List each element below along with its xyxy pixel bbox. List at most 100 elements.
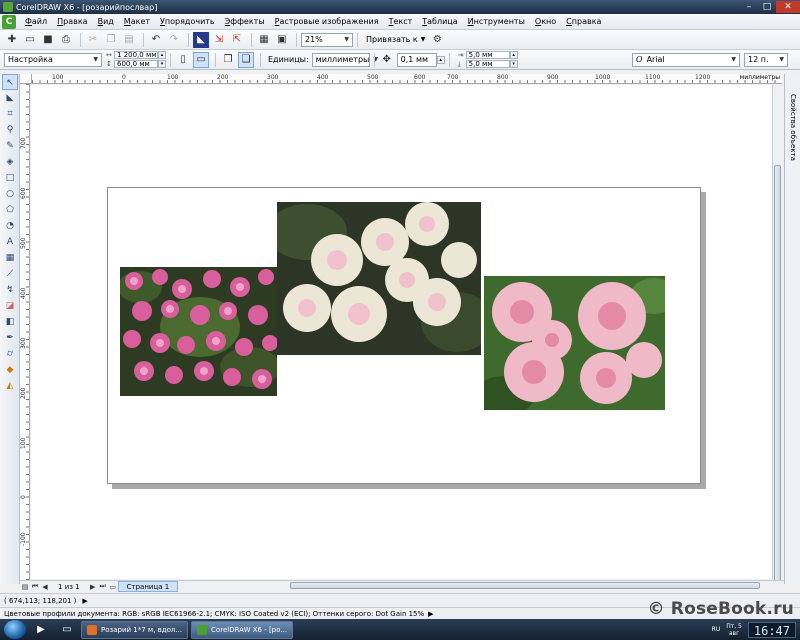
freehand-tool-icon[interactable]: ✎ (2, 138, 18, 154)
welcome-screen-icon[interactable]: ▣ (274, 32, 290, 48)
page-tab-1[interactable]: Страница 1 (117, 581, 179, 592)
shape-tool-icon[interactable]: ◣ (2, 90, 18, 106)
open-folder-icon[interactable]: ▭ (22, 32, 38, 48)
clock[interactable]: 16:47 (747, 621, 796, 638)
landscape-icon[interactable]: ▭ (193, 51, 209, 68)
vertical-scrollbar[interactable] (772, 85, 782, 585)
ruler-origin[interactable] (20, 74, 32, 84)
expand-arrow-icon[interactable]: ▶ (428, 610, 433, 618)
zoom-tool-icon[interactable]: ⚲ (2, 122, 18, 138)
menu-bitmaps[interactable]: Растровые изображения (270, 14, 384, 30)
language-indicator[interactable]: RU (712, 626, 721, 633)
outline-tool-icon[interactable]: ⌭ (2, 346, 18, 362)
spin-icon[interactable]: ▴ (158, 51, 166, 59)
docker-tab-label[interactable]: Свойства объекта (789, 94, 797, 161)
copy-icon[interactable]: ❐ (103, 32, 119, 48)
spin-icon[interactable]: ▾ (509, 60, 518, 68)
all-pages-icon[interactable]: ❐ (220, 52, 236, 68)
pick-tool-icon[interactable]: ↖ (2, 74, 18, 90)
taskbar-item-browser[interactable]: Розарий 1*7 м, вдол... (81, 620, 189, 639)
start-button-icon[interactable] (4, 620, 26, 639)
nudge-distance-input[interactable]: 0,1 мм (396, 52, 437, 67)
search-content-icon[interactable]: ◣ (193, 31, 209, 48)
duplicate-x-input[interactable]: 5,0 мм (465, 51, 510, 59)
add-page-icon[interactable]: ▭ (108, 583, 118, 591)
rose-photo-center[interactable] (277, 202, 481, 355)
menu-edit[interactable]: Правка (52, 14, 92, 30)
menu-table[interactable]: Таблица (417, 14, 462, 30)
table-tool-icon[interactable]: ▦ (2, 250, 18, 266)
undo-icon[interactable]: ↶ (148, 32, 164, 48)
menu-text[interactable]: Текст (384, 14, 418, 30)
vertical-scroll-thumb[interactable] (774, 165, 781, 585)
horizontal-ruler[interactable]: 100 0 100 200 300 400 500 600 700 800 90… (32, 74, 782, 84)
horizontal-scrollbar[interactable] (290, 581, 770, 591)
snap-to-button[interactable]: Привязать к ▼ (362, 33, 429, 47)
spin-icon[interactable]: ▾ (158, 60, 166, 68)
portrait-icon[interactable]: ▯ (175, 52, 191, 68)
menu-view[interactable]: Вид (93, 14, 119, 30)
menu-file[interactable]: Файл (20, 14, 52, 30)
minimize-button[interactable]: – (740, 1, 758, 13)
page-width-input[interactable]: 1 200,0 мм (114, 51, 158, 59)
date-display[interactable]: Пт, 5 авг (726, 623, 742, 637)
spin-icon[interactable]: ▴ (436, 55, 445, 64)
blend-tool-icon[interactable]: ◪ (2, 298, 18, 314)
spin-icon[interactable]: ▴ (509, 51, 518, 59)
font-family-select[interactable]: O Arial ▼ (632, 52, 740, 67)
explorer-icon[interactable]: ▭ (56, 621, 78, 639)
close-button[interactable]: ✕ (776, 1, 800, 13)
menu-window[interactable]: Окно (530, 14, 561, 30)
menu-arrange[interactable]: Упорядочить (155, 14, 220, 30)
dimension-tool-icon[interactable]: ⟋ (2, 266, 18, 282)
page-height-input[interactable]: 600,0 мм (114, 60, 158, 68)
next-page-icon[interactable]: ▶ (88, 583, 98, 591)
object-properties-docker[interactable]: Свойства объекта (784, 74, 800, 584)
doc-navigator-icon[interactable]: ▤ (20, 583, 30, 591)
import-icon[interactable]: ⇲ (211, 32, 227, 48)
color-profiles-text[interactable]: Цветовые профили документа: RGB: sRGB IE… (4, 610, 424, 618)
save-icon[interactable]: ■ (40, 32, 56, 48)
redo-icon[interactable]: ↷ (166, 32, 182, 48)
vertical-ruler[interactable]: 700 600 500 400 300 200 100 0 -100 (20, 84, 30, 580)
application-launcher-icon[interactable]: ▦ (256, 32, 272, 48)
last-page-icon[interactable]: ⏭ (98, 582, 108, 591)
media-player-icon[interactable]: ▶ (30, 621, 52, 639)
print-icon[interactable]: ⎙ (58, 32, 74, 48)
options-icon[interactable]: ⚙ (429, 32, 445, 48)
previous-page-icon[interactable]: ◀ (40, 583, 50, 591)
drawing-workspace[interactable] (31, 85, 772, 579)
maximize-button[interactable]: □ (758, 1, 776, 13)
interactive-fill-tool-icon[interactable]: ◭ (2, 378, 18, 394)
cut-icon[interactable]: ✂ (85, 32, 101, 48)
zoom-level-select[interactable]: 21% ▼ (301, 32, 353, 47)
transparency-tool-icon[interactable]: ◧ (2, 314, 18, 330)
duplicate-y-input[interactable]: 5,0 мм (465, 60, 510, 68)
export-icon[interactable]: ⇱ (229, 32, 245, 48)
fill-tool-icon[interactable]: ◆ (2, 362, 18, 378)
menu-tools[interactable]: Инструменты (463, 14, 530, 30)
paste-icon[interactable]: ▤ (121, 32, 137, 48)
menu-help[interactable]: Справка (561, 14, 606, 30)
taskbar-item-coreldraw[interactable]: CorelDRAW X6 - [ро... (191, 620, 294, 639)
rose-photo-left[interactable] (120, 267, 277, 396)
horizontal-scroll-thumb[interactable] (290, 582, 760, 589)
menu-effects[interactable]: Эффекты (220, 14, 270, 30)
smart-fill-tool-icon[interactable]: ◈ (2, 154, 18, 170)
basic-shapes-tool-icon[interactable]: ◔ (2, 218, 18, 234)
units-select[interactable]: миллиметры ▼ (311, 52, 378, 67)
crop-tool-icon[interactable]: ⌗ (2, 106, 18, 122)
page-preset-select[interactable]: Настройка ▼ (4, 52, 102, 67)
eyedropper-tool-icon[interactable]: ✒ (2, 330, 18, 346)
connector-tool-icon[interactable]: ↯ (2, 282, 18, 298)
menu-layout[interactable]: Макет (119, 14, 155, 30)
rose-photo-right[interactable] (484, 276, 665, 410)
expand-arrow-icon[interactable]: ▶ (82, 597, 87, 605)
new-document-icon[interactable]: ✚ (4, 32, 20, 48)
current-page-icon[interactable]: ❑ (238, 51, 254, 68)
coreldraw-logo-icon[interactable]: C (2, 14, 16, 29)
ellipse-tool-icon[interactable]: ○ (2, 186, 18, 202)
rectangle-tool-icon[interactable]: □ (2, 170, 18, 186)
font-size-select[interactable]: 12 п. ▼ (744, 52, 788, 67)
first-page-icon[interactable]: ⏮ (30, 582, 40, 591)
